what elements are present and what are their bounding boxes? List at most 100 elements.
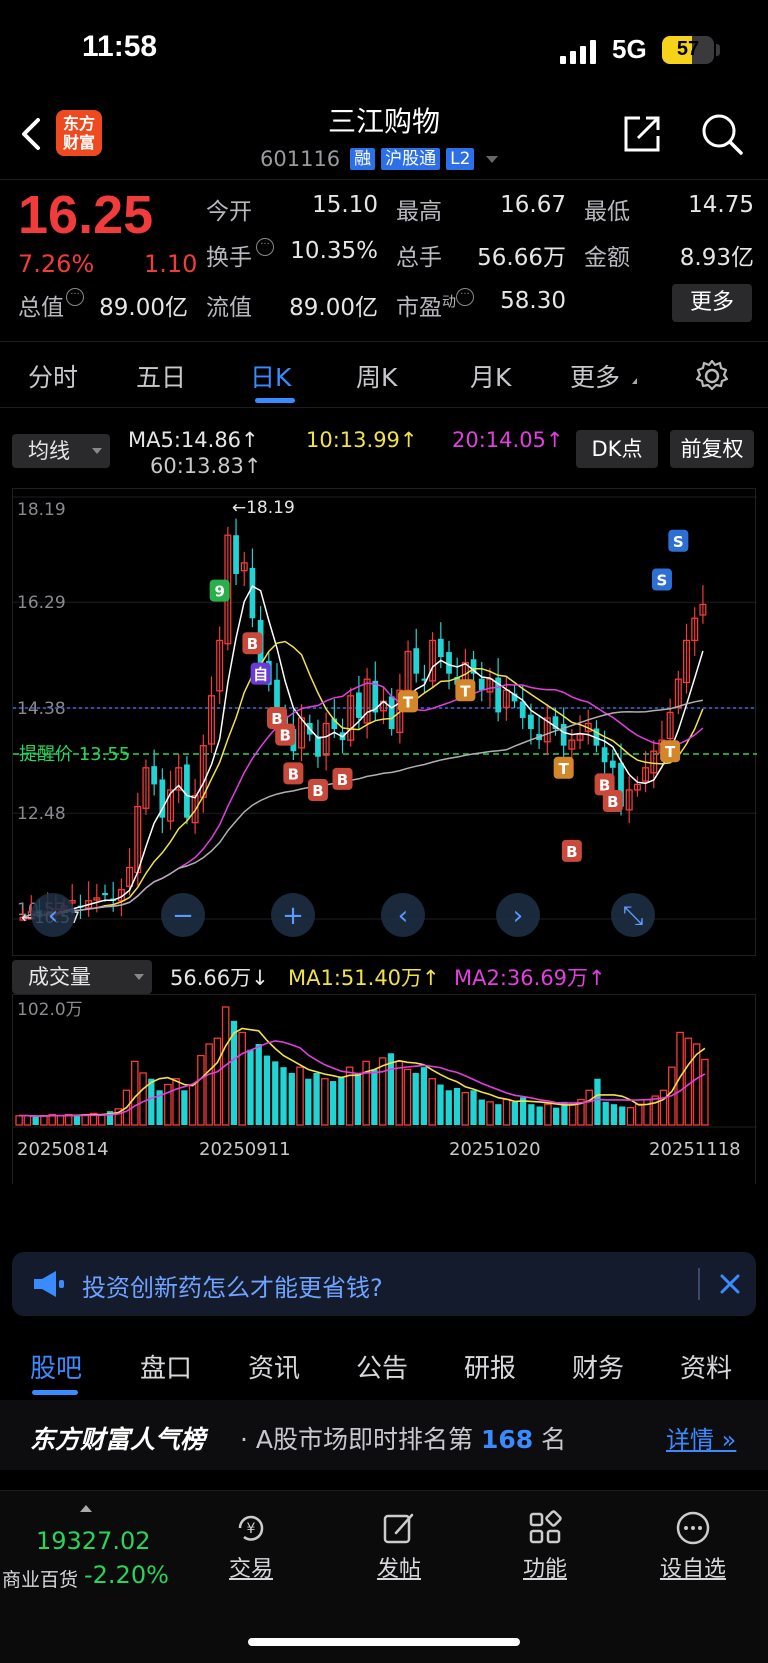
trend-marker-text: T bbox=[559, 760, 570, 778]
max-price-label: ←18.19 bbox=[232, 498, 295, 518]
close-icon[interactable] bbox=[718, 1272, 742, 1296]
tab-more[interactable]: 更多 bbox=[570, 358, 620, 394]
buy-marker-text: B bbox=[566, 843, 577, 861]
x-tick-label: 20250814 bbox=[17, 1139, 109, 1160]
high-value: 16.67 bbox=[500, 192, 566, 218]
dk-point-button[interactable]: DK点 bbox=[576, 430, 658, 468]
volume-bar bbox=[148, 1078, 155, 1125]
adjust-button[interactable]: 前复权 bbox=[670, 430, 754, 468]
share-icon[interactable] bbox=[620, 112, 664, 156]
sector-name[interactable]: 商业百货 bbox=[2, 1565, 78, 1592]
volume-bar bbox=[329, 1081, 337, 1125]
stock-code-row[interactable]: 601116 融 沪股通 L2 bbox=[260, 146, 499, 172]
volume-bar bbox=[305, 1078, 312, 1125]
tab-announcements[interactable]: 公告 bbox=[356, 1348, 408, 1385]
kline-chart[interactable]: 18.1916.2914.3812.4810.57提醒价 13.55←18.19… bbox=[12, 488, 757, 957]
indicator-dropdown[interactable]: 均线 bbox=[12, 434, 110, 468]
buy-marker-text: B bbox=[247, 635, 258, 653]
more-dots-icon bbox=[676, 1511, 710, 1545]
tab-monthly-k[interactable]: 月K bbox=[470, 358, 511, 394]
volume-chart[interactable]: 102.0万 20250814 20250911 20251020 20251118 bbox=[12, 994, 757, 1185]
volume-bar bbox=[428, 1078, 437, 1126]
volume-bar bbox=[164, 1083, 172, 1126]
volume-bar bbox=[437, 1084, 444, 1125]
volume-bar bbox=[139, 1072, 147, 1126]
nine-marker: 9 bbox=[209, 579, 230, 602]
ma-legend: 均线 MA5:14.86↑ 10:13.99↑ 20:14.05↑ 60:13.… bbox=[0, 424, 768, 484]
info-tabs: 股吧 盘口 资讯 公告 研报 财务 资料 bbox=[0, 1334, 768, 1398]
volume-bar bbox=[97, 1113, 106, 1126]
more-button[interactable]: 更多 bbox=[672, 284, 752, 322]
tab-five-day[interactable]: 五日 bbox=[136, 358, 186, 394]
candle-body bbox=[478, 678, 485, 691]
battery-icon: 57 bbox=[662, 36, 714, 64]
open-value: 15.10 bbox=[312, 192, 378, 218]
post-button[interactable]: 发帖 bbox=[344, 1509, 454, 1583]
volume-bar bbox=[684, 1037, 693, 1126]
add-watchlist-button[interactable]: 设自选 bbox=[638, 1509, 748, 1583]
volume-bar bbox=[40, 1115, 48, 1126]
self-marker: 自 bbox=[250, 662, 271, 685]
tab-daily-k[interactable]: 日K bbox=[250, 358, 291, 394]
volume-bar bbox=[528, 1104, 535, 1125]
banner-divider bbox=[698, 1268, 700, 1300]
volume-dropdown[interactable]: 成交量 bbox=[12, 960, 152, 994]
candle-body bbox=[356, 692, 362, 718]
chart-control-glyph: + bbox=[282, 901, 304, 931]
popularity-rank[interactable]: 东方财富人气榜 · A股市场即时排名第 168 名 详情 » bbox=[0, 1400, 768, 1470]
ma60-value: 60:13.83↑ bbox=[150, 454, 262, 478]
high-label: 最高 bbox=[396, 199, 442, 225]
turnover-value: 10.35% bbox=[290, 238, 378, 264]
period-tabs: 分时 五日 日K 周K 月K 更多 bbox=[0, 344, 768, 408]
volume-bar bbox=[651, 1095, 660, 1126]
trend-marker-text: T bbox=[460, 682, 471, 700]
tab-profile[interactable]: 资料 bbox=[680, 1348, 732, 1385]
tab-research[interactable]: 研报 bbox=[464, 1348, 516, 1385]
tab-order-book[interactable]: 盘口 bbox=[140, 1348, 192, 1385]
chevron-down-icon[interactable] bbox=[486, 155, 499, 163]
volume-bar bbox=[131, 1060, 139, 1126]
volume-bar bbox=[272, 1061, 279, 1125]
tab-weekly-k[interactable]: 周K bbox=[356, 358, 397, 394]
volume-bar bbox=[701, 1058, 709, 1126]
search-icon[interactable] bbox=[700, 112, 744, 156]
volume-bar bbox=[470, 1090, 477, 1125]
kline-svg[interactable]: 18.1916.2914.3812.4810.57提醒价 13.55←18.19… bbox=[13, 489, 757, 957]
functions-button[interactable]: 功能 bbox=[490, 1509, 600, 1583]
sell-marker-text: S bbox=[673, 533, 684, 551]
tab-intraday[interactable]: 分时 bbox=[28, 358, 78, 394]
stock-header: 东方财富 三江购物 601116 融 沪股通 L2 bbox=[0, 100, 768, 180]
sector-change[interactable]: -2.20% bbox=[84, 1561, 169, 1589]
volume-bar bbox=[172, 1078, 180, 1126]
rank-detail-link[interactable]: 详情 » bbox=[666, 1420, 736, 1455]
float-value: 89.00亿 bbox=[289, 295, 378, 321]
tab-financials[interactable]: 财务 bbox=[572, 1348, 624, 1385]
trend-marker-text: T bbox=[403, 693, 414, 711]
edit-icon bbox=[383, 1513, 414, 1544]
sector-index-value[interactable]: 19327.02 bbox=[36, 1527, 151, 1555]
pe-value: 58.30 bbox=[500, 288, 566, 314]
grid-icon bbox=[529, 1510, 562, 1544]
banner-text[interactable]: 投资创新药怎么才能更省钱? bbox=[82, 1268, 383, 1303]
info-icon[interactable]: ··· bbox=[256, 238, 274, 256]
volume-bar bbox=[255, 1044, 262, 1125]
volume-svg[interactable]: 102.0万 20250814 20250911 20251020 20251118 bbox=[13, 995, 757, 1185]
tab-forum[interactable]: 股吧 bbox=[30, 1348, 82, 1385]
gear-icon[interactable] bbox=[694, 358, 730, 394]
volume-bar bbox=[23, 1115, 32, 1126]
buy-marker-text: B bbox=[288, 765, 299, 783]
caret-up-icon[interactable] bbox=[80, 1505, 92, 1512]
volume-bar bbox=[32, 1116, 39, 1125]
tab-news[interactable]: 资讯 bbox=[248, 1348, 300, 1385]
volume-bar bbox=[181, 1090, 188, 1125]
rank-text: · A股市场即时排名第 168 名 bbox=[240, 1425, 567, 1454]
trade-button[interactable]: ¥ 交易 bbox=[196, 1509, 306, 1583]
quote-panel: 16.25 7.26% 1.10 今开 15.10 最高 16.67 最低 14… bbox=[0, 182, 768, 342]
info-icon[interactable]: ··· bbox=[66, 288, 84, 306]
volume-bar bbox=[296, 1066, 304, 1126]
volume-bar bbox=[502, 1098, 511, 1126]
buy-marker: B bbox=[275, 723, 296, 746]
candle-body bbox=[184, 764, 190, 818]
promo-banner[interactable]: 投资创新药怎么才能更省钱? bbox=[12, 1252, 756, 1316]
info-icon[interactable]: ··· bbox=[456, 288, 474, 306]
